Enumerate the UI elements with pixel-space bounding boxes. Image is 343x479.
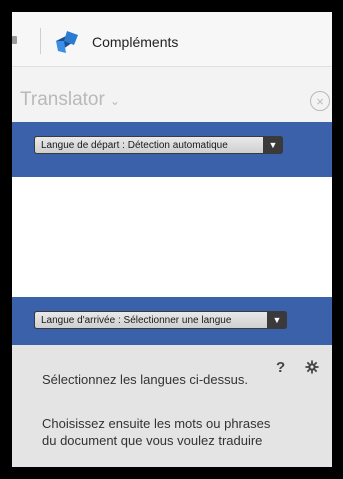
target-language-select[interactable]: Langue d'arrivée : Sélectionner une lang… — [34, 311, 287, 329]
dropdown-arrow-icon[interactable]: ▼ — [267, 311, 287, 329]
help-icon[interactable]: ? — [276, 359, 285, 376]
target-language-bar: Langue d'arrivée : Sélectionner une lang… — [12, 297, 332, 345]
top-bar: Compléments — [12, 12, 332, 67]
back-edge-icon[interactable] — [12, 36, 17, 44]
panel-title-menu[interactable]: Translator ⌄ — [20, 89, 120, 111]
instruction-text: Sélectionnez les langues ci-dessus. — [42, 372, 248, 387]
addin-frame: Compléments Translator ⌄ × Langue de dép… — [12, 12, 332, 467]
source-language-select[interactable]: Langue de départ : Détection automatique… — [34, 136, 283, 154]
gear-icon[interactable] — [305, 360, 319, 374]
source-language-bar: Langue de départ : Détection automatique… — [12, 122, 332, 177]
panel-title: Translator — [20, 89, 105, 110]
panel-header: Translator ⌄ × — [12, 67, 332, 121]
source-language-label: Langue de départ : Détection automatique — [34, 136, 263, 154]
instruction-text: Choisissez ensuite les mots ou phrases d… — [42, 416, 271, 448]
close-icon: × — [316, 93, 324, 109]
toolbar-separator — [40, 28, 41, 54]
dropdown-arrow-icon[interactable]: ▼ — [263, 136, 283, 154]
instructions-panel: ? Sélectionnez les langues ci-dessus. Ch… — [12, 345, 332, 467]
addins-icon[interactable] — [52, 29, 80, 55]
source-text-area[interactable] — [12, 177, 332, 297]
target-language-label: Langue d'arrivée : Sélectionner une lang… — [34, 311, 267, 329]
chevron-down-icon: ⌄ — [109, 94, 120, 108]
close-button[interactable]: × — [310, 91, 330, 111]
addins-label[interactable]: Compléments — [92, 34, 178, 50]
